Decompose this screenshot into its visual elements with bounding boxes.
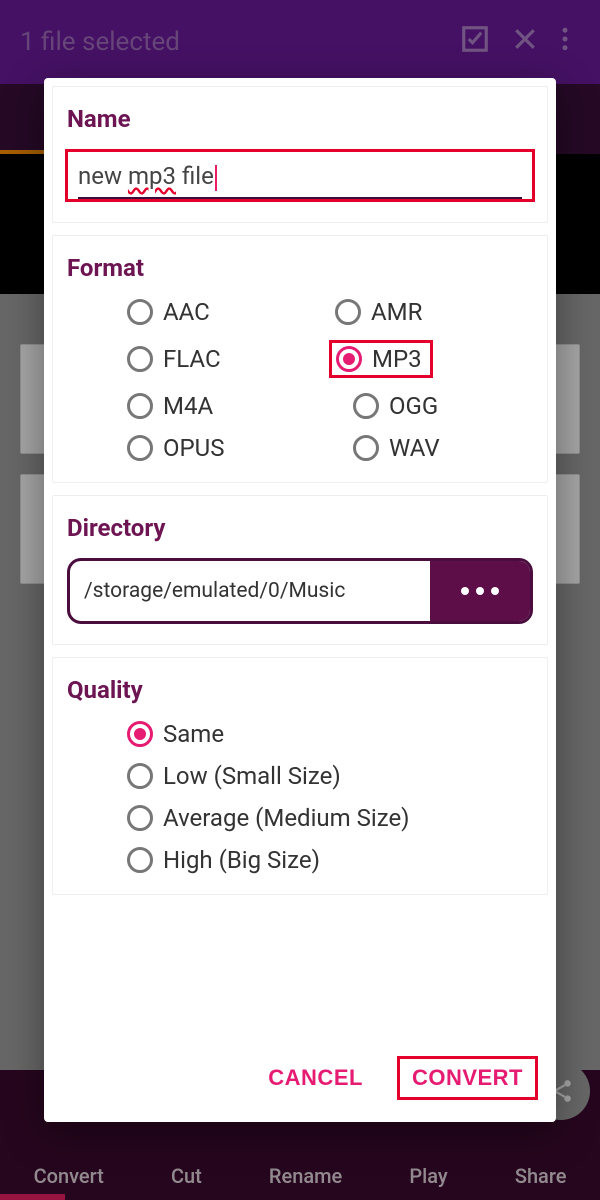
radio-icon (127, 435, 153, 461)
dot-icon (461, 587, 469, 595)
radio-amr[interactable]: AMR (335, 298, 533, 326)
radio-opus[interactable]: OPUS (127, 434, 325, 462)
radio-quality-high[interactable]: High (Big Size) (127, 846, 533, 874)
directory-row: /storage/emulated/0/Music (67, 558, 533, 624)
radio-icon (336, 346, 362, 372)
radio-icon (127, 346, 153, 372)
convert-button[interactable]: CONVERT (404, 1059, 531, 1097)
radio-icon (127, 721, 153, 747)
format-heading: Format (67, 254, 533, 282)
name-panel: Name new mp3 file (52, 86, 548, 223)
name-highlight: new mp3 file (65, 149, 535, 202)
mp3-highlight: MP3 (329, 340, 433, 378)
radio-icon (353, 393, 379, 419)
radio-m4a[interactable]: M4A (127, 392, 325, 420)
radio-aac[interactable]: AAC (127, 298, 325, 326)
radio-icon (127, 805, 153, 831)
quality-panel: Quality Same Low (Small Size) Average (M… (52, 657, 548, 895)
filename-input[interactable]: new mp3 file (78, 158, 522, 199)
radio-icon (127, 393, 153, 419)
name-heading: Name (67, 105, 533, 133)
directory-path[interactable]: /storage/emulated/0/Music (70, 561, 430, 621)
convert-highlight: CONVERT (397, 1056, 538, 1100)
radio-mp3[interactable]: MP3 (336, 345, 422, 373)
convert-dialog: Name new mp3 file Format AAC AMR FLAC MP… (44, 78, 556, 1122)
dot-icon (491, 587, 499, 595)
cancel-button[interactable]: CANCEL (260, 1056, 371, 1100)
quality-heading: Quality (67, 676, 533, 704)
format-panel: Format AAC AMR FLAC MP3 M4A OGG OPUS WAV (52, 235, 548, 483)
radio-quality-same[interactable]: Same (127, 720, 533, 748)
directory-heading: Directory (67, 514, 533, 542)
radio-icon (127, 847, 153, 873)
radio-quality-average[interactable]: Average (Medium Size) (127, 804, 533, 832)
dialog-body: Name new mp3 file Format AAC AMR FLAC MP… (44, 78, 556, 1046)
dialog-actions: CANCEL CONVERT (44, 1046, 556, 1122)
text-caret (215, 165, 217, 191)
radio-icon (127, 299, 153, 325)
radio-flac[interactable]: FLAC (127, 340, 325, 378)
radio-ogg[interactable]: OGG (335, 392, 533, 420)
radio-quality-low[interactable]: Low (Small Size) (127, 762, 533, 790)
radio-icon (335, 299, 361, 325)
directory-browse-button[interactable] (430, 561, 530, 621)
radio-icon (127, 763, 153, 789)
dot-icon (476, 587, 484, 595)
directory-panel: Directory /storage/emulated/0/Music (52, 495, 548, 645)
radio-wav[interactable]: WAV (335, 434, 533, 462)
radio-icon (353, 435, 379, 461)
